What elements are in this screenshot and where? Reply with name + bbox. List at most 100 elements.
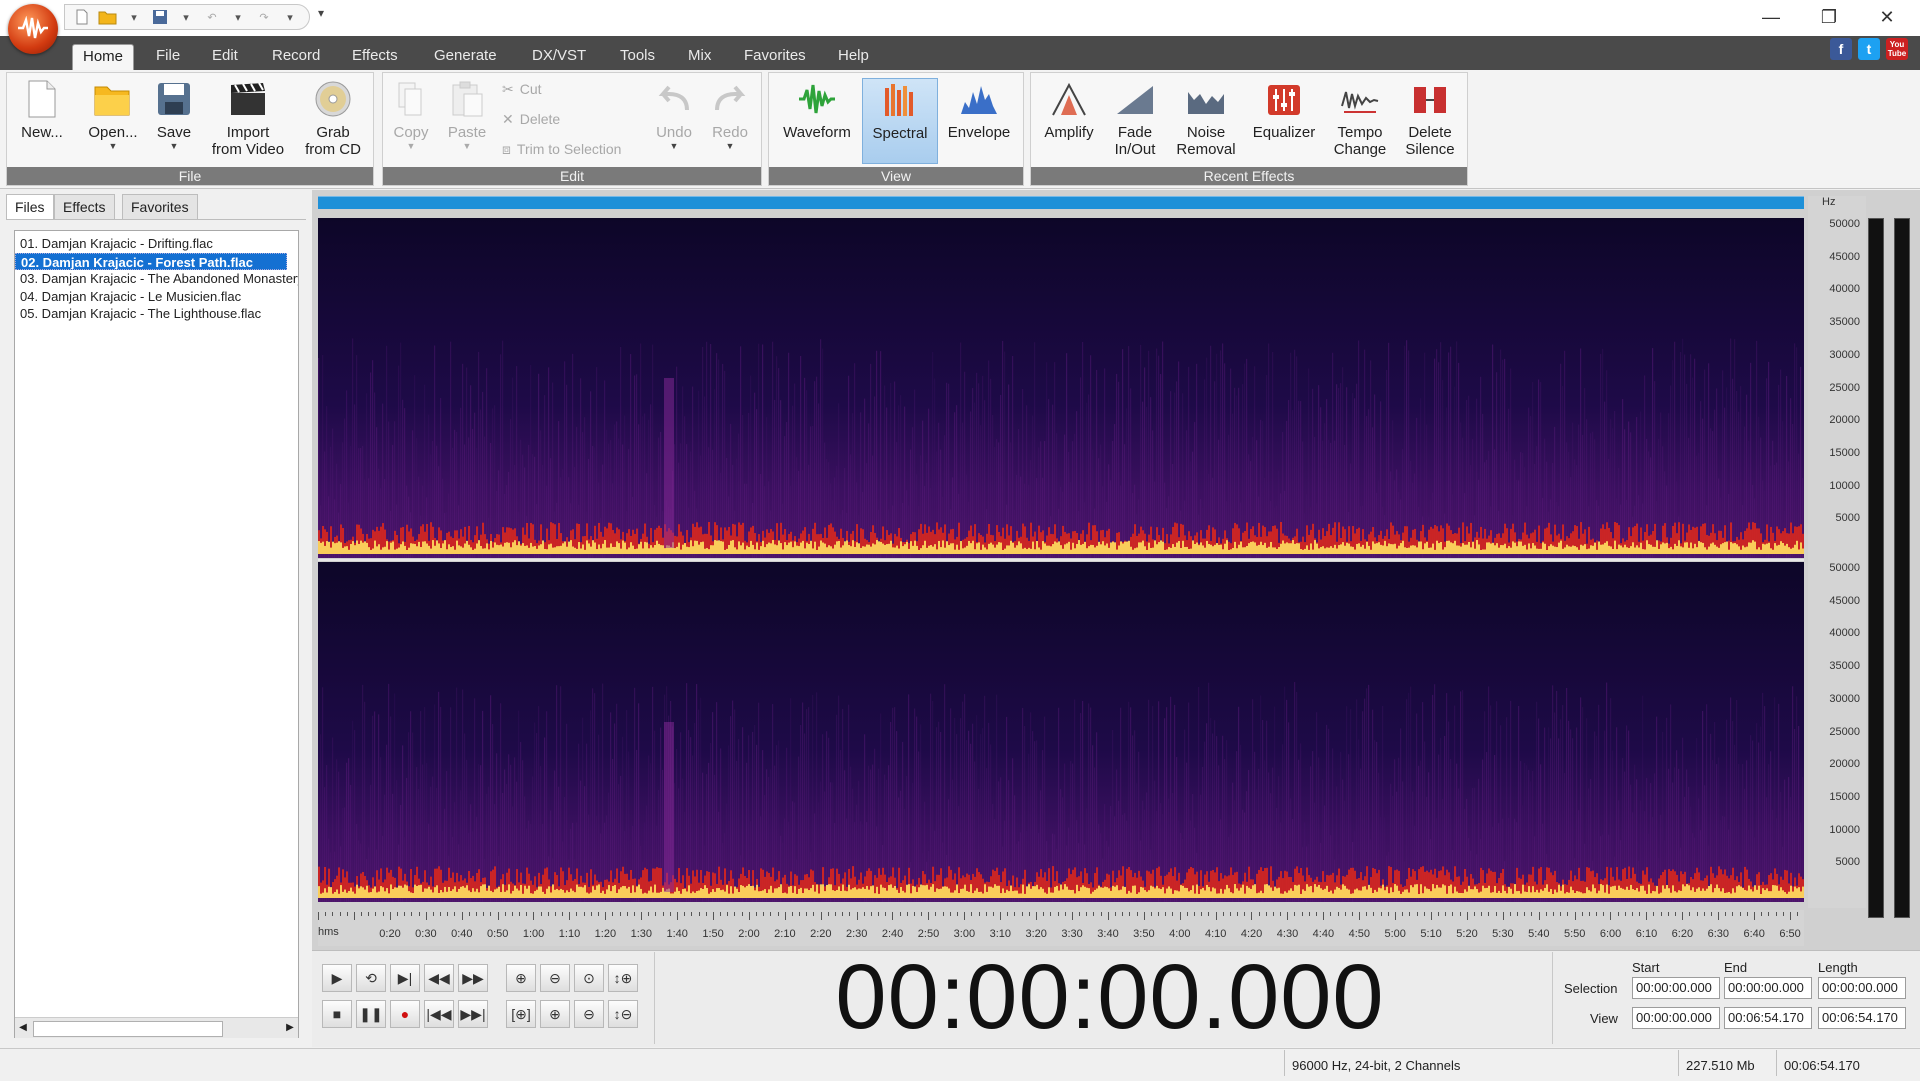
import-from-video-button[interactable]: Import from Video (206, 78, 290, 164)
tab-effects-panel[interactable]: Effects (54, 194, 115, 220)
fast-forward-icon[interactable]: ▶▶ (458, 964, 488, 992)
facebook-icon[interactable]: f (1830, 38, 1852, 60)
overview-bar[interactable] (318, 196, 1804, 209)
play-icon[interactable]: ▶ (322, 964, 352, 992)
tab-edit[interactable]: Edit (202, 44, 248, 70)
tab-effects[interactable]: Effects (342, 44, 408, 70)
tab-favorites-panel[interactable]: Favorites (122, 194, 198, 220)
equalizer-button[interactable]: Equalizer (1248, 78, 1320, 164)
chevron-down-icon[interactable]: ▾ (123, 7, 145, 27)
close-icon[interactable]: ✕ (1858, 0, 1916, 34)
selection-length-field[interactable]: 00:00:00.000 (1818, 977, 1906, 999)
minimize-icon[interactable]: — (1742, 0, 1800, 34)
chevron-down-icon[interactable]: ▾ (227, 7, 249, 27)
loop-icon[interactable]: ⟲ (356, 964, 386, 992)
zoom-in-icon[interactable]: ⊕ (506, 964, 536, 992)
time-tick (1237, 912, 1239, 916)
play-to-end-icon[interactable]: ▶| (390, 964, 420, 992)
selection-end-field[interactable]: 00:00:00.000 (1724, 977, 1812, 999)
record-icon[interactable]: ● (390, 1000, 420, 1028)
undo-icon[interactable]: ↶ (201, 7, 223, 27)
time-tick (1380, 912, 1382, 916)
file-list-item-selected[interactable]: 02. Damjan Krajacic - Forest Path.flac (15, 252, 287, 270)
file-list-item[interactable]: 04. Damjan Krajacic - Le Musicien.flac (15, 288, 298, 306)
grab-from-cd-button[interactable]: Grab from CD (296, 78, 370, 164)
waveform-view-button[interactable]: Waveform (776, 78, 858, 164)
stop-icon[interactable]: ■ (322, 1000, 352, 1028)
zoom-out-icon[interactable]: ⊖ (540, 964, 570, 992)
customize-qat-icon[interactable]: ▾ (318, 6, 324, 20)
chevron-down-icon[interactable]: ▾ (279, 7, 301, 27)
zoom-out-vertical-icon[interactable]: ⊖ (574, 1000, 604, 1028)
tab-mix[interactable]: Mix (678, 44, 721, 70)
scroll-left-icon[interactable]: ◀ (15, 1018, 31, 1038)
time-tick (526, 912, 528, 916)
app-logo-button[interactable] (8, 4, 58, 54)
amplify-button[interactable]: Amplify (1038, 78, 1100, 164)
time-ruler[interactable]: hms 0:20 0:30 0:40 0:50 1:00 1:10 1:20 1:30 1:40… (318, 910, 1804, 946)
chevron-down-icon[interactable]: ▾ (175, 7, 197, 27)
save-icon[interactable] (149, 7, 171, 27)
zoom-full-icon[interactable]: ⊙ (574, 964, 604, 992)
selection-start-field[interactable]: 00:00:00.000 (1632, 977, 1720, 999)
tab-help[interactable]: Help (828, 44, 879, 70)
paste-button[interactable]: Paste ▼ (442, 78, 492, 164)
redo-icon[interactable]: ↷ (253, 7, 275, 27)
time-tick (554, 912, 556, 916)
copy-button[interactable]: Copy ▼ (388, 78, 434, 164)
tab-dx-vst[interactable]: DX/VST (522, 44, 596, 70)
rewind-icon[interactable]: ◀◀ (424, 964, 454, 992)
open-folder-icon[interactable] (97, 7, 119, 27)
new-button[interactable]: New... (14, 78, 70, 164)
view-end-field[interactable]: 00:06:54.170 (1724, 1007, 1812, 1029)
duration-status: 00:06:54.170 (1784, 1058, 1860, 1073)
open-button[interactable]: Open... ▼ (82, 78, 144, 164)
restore-icon[interactable]: ❐ (1800, 0, 1858, 34)
horizontal-scrollbar[interactable]: ◀ ▶ (15, 1017, 298, 1038)
spectrogram-channel-left[interactable] (318, 218, 1804, 558)
go-to-start-icon[interactable]: |◀◀ (424, 1000, 454, 1028)
zoom-selection-icon[interactable]: [⊕] (506, 1000, 536, 1028)
delete-silence-button[interactable]: Delete Silence (1398, 78, 1462, 164)
time-tick (318, 912, 319, 920)
time-tick (504, 912, 506, 916)
envelope-view-button[interactable]: Envelope (944, 78, 1014, 164)
view-start-field[interactable]: 00:00:00.000 (1632, 1007, 1720, 1029)
file-list-item[interactable]: 05. Damjan Krajacic - The Lighthouse.fla… (15, 305, 298, 323)
save-button[interactable]: Save ▼ (150, 78, 198, 164)
tab-file[interactable]: File (146, 44, 190, 70)
delete-button[interactable]: ✕ Delete (502, 108, 560, 130)
tab-tools[interactable]: Tools (610, 44, 665, 70)
zoom-reset-icon[interactable]: ↕⊖ (608, 1000, 638, 1028)
time-tick (1588, 912, 1590, 916)
waveform-logo-icon (18, 16, 48, 39)
spectral-view-button[interactable]: Spectral (862, 78, 938, 164)
pause-icon[interactable]: ❚❚ (356, 1000, 386, 1028)
tab-generate[interactable]: Generate (424, 44, 507, 70)
go-to-end-icon[interactable]: ▶▶| (458, 1000, 488, 1028)
cut-button[interactable]: ✂ Cut (502, 78, 542, 100)
zoom-vertical-icon[interactable]: ↕⊕ (608, 964, 638, 992)
undo-button[interactable]: Undo ▼ (648, 78, 700, 164)
noise-removal-button[interactable]: Noise Removal (1170, 78, 1242, 164)
time-tick (1344, 912, 1346, 916)
trim-to-selection-button[interactable]: ⧈ Trim to Selection (502, 138, 621, 160)
tempo-change-button[interactable]: Tempo Change (1326, 78, 1394, 164)
tab-home[interactable]: Home (72, 44, 135, 71)
file-list-item[interactable]: 01. Damjan Krajacic - Drifting.flac (15, 235, 298, 253)
redo-button[interactable]: Redo ▼ (704, 78, 756, 164)
view-length-field[interactable]: 00:06:54.170 (1818, 1007, 1906, 1029)
new-doc-icon[interactable] (71, 7, 93, 27)
scroll-right-icon[interactable]: ▶ (282, 1018, 298, 1038)
twitter-icon[interactable]: t (1858, 38, 1880, 60)
fade-in-out-button[interactable]: Fade In/Out (1104, 78, 1166, 164)
time-tick (770, 912, 772, 916)
youtube-icon[interactable]: You Tube (1886, 38, 1908, 60)
tab-favorites[interactable]: Favorites (734, 44, 816, 70)
spectrogram-channel-right[interactable] (318, 562, 1804, 902)
scroll-thumb[interactable] (33, 1021, 223, 1037)
tab-files[interactable]: Files (6, 194, 54, 220)
file-list-item[interactable]: 03. Damjan Krajacic - The Abandoned Mona… (15, 270, 298, 288)
tab-record[interactable]: Record (262, 44, 330, 70)
zoom-in-vertical-icon[interactable]: ⊕ (540, 1000, 570, 1028)
